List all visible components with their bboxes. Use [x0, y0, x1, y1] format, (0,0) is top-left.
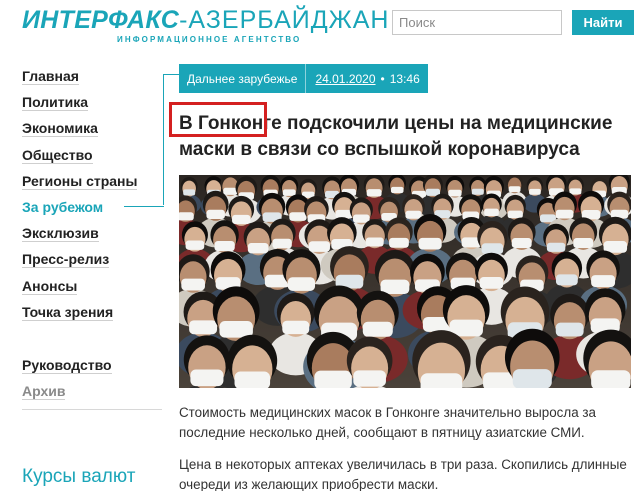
nav-item-abroad[interactable]: За рубежом [22, 197, 172, 223]
face-mask [282, 189, 296, 196]
article-photo [179, 175, 631, 388]
face-mask [390, 186, 404, 194]
face-mask [247, 242, 269, 254]
face-mask [555, 322, 584, 337]
face-mask [287, 277, 316, 291]
nav-item-label: Общество [22, 146, 93, 164]
face-mask [481, 243, 504, 255]
face-mask [569, 188, 582, 195]
face-mask [471, 188, 484, 195]
face-mask [232, 214, 251, 225]
site-logo[interactable]: ИНТЕРФАКС-АЗЕРБАЙДЖАН ИНФОРМАЦИОННОЕ АГЕ… [22, 6, 390, 44]
face-mask [479, 277, 504, 289]
nav-item-label: Архив [22, 383, 66, 400]
face-mask [282, 320, 310, 335]
nav-item-label: За рубежом [22, 198, 104, 215]
nav-item-society[interactable]: Общество [22, 145, 172, 171]
face-mask [366, 189, 382, 197]
search-button[interactable]: Найти [572, 10, 634, 35]
logo-brand: ИНТЕРФАКС [22, 6, 180, 34]
face-mask [234, 371, 271, 388]
main-nav: Главная Политика Экономика Общество Реги… [22, 66, 172, 328]
meta-dot: • [380, 71, 385, 86]
face-mask [183, 189, 196, 196]
face-mask [353, 370, 386, 387]
sidebar-divider [22, 409, 162, 410]
face-mask [511, 238, 532, 248]
face-mask [591, 370, 631, 388]
nav-item-label: Регионы страны [22, 172, 138, 190]
face-mask [573, 237, 594, 248]
face-mask [546, 242, 566, 252]
face-mask [418, 237, 442, 250]
article-date-link[interactable]: 24.01.2020 [315, 72, 375, 86]
nav-item-label: Анонсы [22, 277, 78, 295]
face-mask [314, 370, 352, 388]
face-mask [308, 241, 330, 252]
nav-item-label: Руководство [22, 357, 112, 374]
nav-item-label: Пресс-релиз [22, 251, 110, 269]
face-mask [185, 240, 205, 250]
nav-connector-line [163, 74, 164, 205]
site-header: ИНТЕРФАКС-АЗЕРБАЙДЖАН ИНФОРМАЦИОННОЕ АГЕ… [0, 0, 640, 52]
face-mask [448, 189, 462, 197]
face-mask [507, 210, 523, 219]
face-mask [289, 212, 307, 221]
face-mask [189, 320, 218, 335]
face-mask [484, 208, 499, 216]
face-mask [272, 238, 292, 249]
face-mask [380, 279, 410, 294]
nav-item-label: Политика [22, 94, 89, 112]
nav-item-regions[interactable]: Регионы страны [22, 171, 172, 197]
nav-item-label: Главная [22, 68, 79, 85]
face-mask [555, 274, 578, 286]
article-category-link[interactable]: Дальнее зарубежье [187, 72, 297, 86]
logo-city: -АЗЕРБАЙДЖАН [179, 6, 390, 34]
nav-item-opinion[interactable]: Точка зрения [22, 302, 172, 328]
face-mask [512, 369, 552, 388]
face-mask [181, 278, 205, 291]
nav-item-exclusive[interactable]: Эксклюзив [22, 223, 172, 249]
nav-item-announcements[interactable]: Анонсы [22, 276, 172, 302]
nav-item-economy[interactable]: Экономика [22, 118, 172, 144]
face-mask [529, 188, 541, 195]
nav-connector-line [163, 74, 179, 75]
face-mask [179, 212, 194, 221]
face-mask [206, 209, 225, 220]
face-mask [214, 241, 235, 252]
logo-wordmark: ИНТЕРФАКС-АЗЕРБАЙДЖАН [22, 6, 390, 34]
face-mask [389, 237, 409, 248]
nav-item-label: Экономика [22, 120, 98, 138]
face-mask [420, 373, 463, 388]
nav-item-politics[interactable]: Политика [22, 92, 172, 118]
nav-item-archive[interactable]: Архив [22, 381, 172, 407]
secondary-nav: Руководство Архив [22, 355, 172, 407]
face-mask [353, 214, 370, 223]
crowd-image [179, 175, 631, 388]
article-paragraph: Цена в некоторых аптеках увеличилась в т… [179, 457, 627, 491]
search-input[interactable] [392, 10, 562, 35]
currency-rates-title: Курсы валют [22, 466, 136, 487]
article-time: 13:46 [389, 71, 420, 86]
face-mask [362, 321, 393, 337]
face-mask [591, 275, 616, 288]
face-mask [555, 209, 574, 219]
face-mask [405, 210, 422, 219]
nav-item-management[interactable]: Руководство [22, 355, 172, 381]
face-mask [508, 186, 521, 193]
logo-tagline: ИНФОРМАЦИОННОЕ АГЕНТСТВО [117, 35, 302, 44]
meta-separator [305, 64, 307, 93]
nav-item-label: Точка зрения [22, 303, 114, 321]
nav-item-label: Эксклюзив [22, 225, 99, 243]
nav-connector-line [124, 206, 164, 207]
nav-item-home[interactable]: Главная [22, 66, 172, 92]
face-mask [190, 369, 224, 387]
face-mask [365, 237, 384, 247]
face-mask [223, 187, 238, 195]
article-lead: Стоимость медицинских масок в Гонконге з… [179, 405, 596, 440]
nav-item-press-release[interactable]: Пресс-релиз [22, 249, 172, 275]
article-meta-bar: Дальнее зарубежье 24.01.2020 • 13:46 [179, 64, 428, 93]
highlight-annotation-box [169, 102, 267, 137]
